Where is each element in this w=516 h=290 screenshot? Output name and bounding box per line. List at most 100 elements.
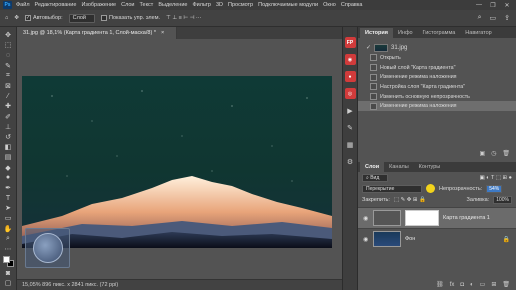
plugin-record-icon[interactable]: ● <box>344 71 356 82</box>
move-tool-icon[interactable]: ✥ <box>2 30 15 40</box>
minimize-button[interactable]: — <box>472 2 486 8</box>
plugin-swirl-icon[interactable]: ◎ <box>344 88 356 99</box>
foreground-color-swatch[interactable] <box>2 256 10 264</box>
opacity-input[interactable]: 54% <box>486 184 503 193</box>
show-transform-option[interactable]: Показать упр. элем. <box>100 15 160 21</box>
fill-input[interactable]: 100% <box>493 195 512 204</box>
canvas-area[interactable] <box>17 39 342 279</box>
brush-tool-icon[interactable]: ✐ <box>2 112 15 122</box>
autoselect-dropdown[interactable]: Слой <box>68 13 95 23</box>
tab-navigator[interactable]: Навигатор <box>460 28 496 38</box>
menu-select[interactable]: Выделение <box>158 2 187 8</box>
layer-filter-dropdown[interactable]: ⌕ Вид <box>362 173 389 182</box>
pen-tool-icon[interactable]: ✒ <box>2 183 15 193</box>
history-item[interactable]: Изменение режима наложения <box>358 72 516 82</box>
path-select-tool-icon[interactable]: ➤ <box>2 203 15 213</box>
align-icons[interactable]: ⊤ ⊥ ≡ ⊢ ⊣ ⋯ <box>166 15 202 21</box>
layer-row-background[interactable]: ◉ Фон 🔒 <box>358 228 516 249</box>
document-image[interactable] <box>22 76 332 248</box>
autoselect-checkbox[interactable]: ✓ <box>24 15 31 21</box>
layer-row-gradient-map[interactable]: ◉ Карта градиента 1 <box>358 207 516 228</box>
zoom-tool-icon[interactable]: ⌕ <box>2 234 15 244</box>
tab-history[interactable]: История <box>360 28 393 38</box>
maximize-button[interactable]: ❐ <box>486 2 500 9</box>
brush-settings-icon[interactable]: ✎ <box>345 122 356 133</box>
menu-3d[interactable]: 3D <box>216 2 223 8</box>
more-tools-icon[interactable]: ⋯ <box>2 244 15 254</box>
menu-view[interactable]: Просмотр <box>228 2 253 8</box>
home-icon[interactable]: ⌂ <box>5 15 8 21</box>
share-icon[interactable]: ⇪ <box>504 14 510 22</box>
dodge-tool-icon[interactable]: ● <box>2 173 15 183</box>
lasso-tool-icon[interactable]: ◌ <box>2 50 15 60</box>
menu-window[interactable]: Окно <box>323 2 336 8</box>
tab-histogram[interactable]: Гистограмма <box>418 28 461 38</box>
eyedropper-tool-icon[interactable]: ⁄ <box>2 91 15 101</box>
marquee-tool-icon[interactable]: ⬚ <box>2 40 15 50</box>
new-layer-icon[interactable]: ⊞ <box>491 281 496 288</box>
document-tab[interactable]: 31.jpg @ 18,1% (Карта градиента 1, Слой-… <box>17 27 177 39</box>
history-brush-icon[interactable]: ↺ <box>2 132 15 142</box>
quick-select-tool-icon[interactable]: ✎ <box>2 61 15 71</box>
play-actions-icon[interactable]: ▶ <box>345 105 356 116</box>
healing-brush-icon[interactable]: ✚ <box>2 101 15 111</box>
move-tool-icon[interactable]: ✥ <box>14 15 19 21</box>
quick-mask-icon[interactable]: ◙ <box>2 268 15 278</box>
trash-icon[interactable]: 🗑 <box>502 150 510 157</box>
close-window-button[interactable]: ✕ <box>500 2 514 9</box>
stamp-tool-icon[interactable]: ⊥ <box>2 122 15 132</box>
lock-icons[interactable]: ⬚ ✎ ✥ ⊞ 🔒 <box>394 197 426 203</box>
menu-image[interactable]: Изображение <box>81 2 116 8</box>
menu-filter[interactable]: Фильтр <box>192 2 210 8</box>
plugin-red-icon[interactable]: ◉ <box>344 54 356 65</box>
new-document-from-state-icon[interactable]: ▣ <box>479 150 485 157</box>
camera-snapshot-icon[interactable]: ◷ <box>491 150 496 157</box>
menu-plugins[interactable]: Подключаемые модули <box>258 2 318 8</box>
history-item[interactable]: Новый слой "Карта градиента" <box>358 63 516 73</box>
blur-tool-icon[interactable]: ◆ <box>2 162 15 172</box>
adjustment-layer-button-icon[interactable]: ◐ <box>470 282 474 288</box>
show-transform-checkbox[interactable] <box>100 15 107 21</box>
layer-mask-thumbnail[interactable] <box>405 210 439 226</box>
plugin-fp-icon[interactable]: FP <box>344 37 356 48</box>
workspace-icon[interactable]: ▭ <box>490 14 497 22</box>
history-item[interactable]: Настройка слоя "Карта градиента" <box>358 82 516 92</box>
autoselect-option[interactable]: ✓ Автовыбор: <box>24 15 63 21</box>
gradient-tool-icon[interactable]: ▤ <box>2 152 15 162</box>
delete-layer-icon[interactable]: 🗑 <box>502 281 510 288</box>
frame-tool-icon[interactable]: ⊠ <box>2 81 15 91</box>
history-item-label: Открыть <box>380 54 401 61</box>
type-tool-icon[interactable]: T <box>2 193 15 203</box>
history-item-selected[interactable]: Изменение режима наложения <box>358 101 516 112</box>
add-mask-icon[interactable]: ◘ <box>460 282 464 288</box>
link-layers-icon[interactable]: ⛓ <box>436 281 444 288</box>
menu-help[interactable]: Справка <box>341 2 363 8</box>
menu-layers[interactable]: Слои <box>121 2 134 8</box>
tab-channels[interactable]: Каналы <box>384 162 414 172</box>
history-item[interactable]: Изменить основную непрозрачность <box>358 92 516 102</box>
crop-tool-icon[interactable]: ⌗ <box>2 71 15 81</box>
swatches-icon[interactable]: ▦ <box>345 139 356 150</box>
search-icon[interactable]: ⌕ <box>478 14 482 22</box>
layer-style-icon[interactable]: fx <box>450 282 455 288</box>
hand-tool-icon[interactable]: ✋ <box>2 224 15 234</box>
visibility-eye-icon[interactable]: ◉ <box>363 215 369 222</box>
tab-layers[interactable]: Слои <box>360 162 385 172</box>
screen-mode-icon[interactable]: ▢ <box>2 278 15 288</box>
tab-info[interactable]: Инфо <box>393 28 418 38</box>
close-document-icon[interactable]: × <box>161 30 164 36</box>
tab-paths[interactable]: Контуры <box>414 162 446 172</box>
shape-tool-icon[interactable]: ▭ <box>2 213 15 223</box>
blend-mode-dropdown[interactable]: Перекрытие <box>362 184 422 193</box>
new-group-icon[interactable]: ▭ <box>480 281 486 288</box>
menu-file[interactable]: Файл <box>16 2 30 8</box>
layer-filter-icons[interactable]: ▣ ◐ T ⬚ ⊞ ● <box>480 175 512 181</box>
menu-edit[interactable]: Редактирование <box>35 2 77 8</box>
visibility-eye-icon[interactable]: ◉ <box>363 236 369 243</box>
eraser-tool-icon[interactable]: ◧ <box>2 142 15 152</box>
history-item[interactable]: Открыть <box>358 53 516 63</box>
history-snapshot[interactable]: ✓ 31.jpg <box>358 42 516 53</box>
properties-icon[interactable]: ⚙ <box>345 156 356 167</box>
color-swatches[interactable] <box>2 256 15 268</box>
menu-type[interactable]: Текст <box>139 2 153 8</box>
